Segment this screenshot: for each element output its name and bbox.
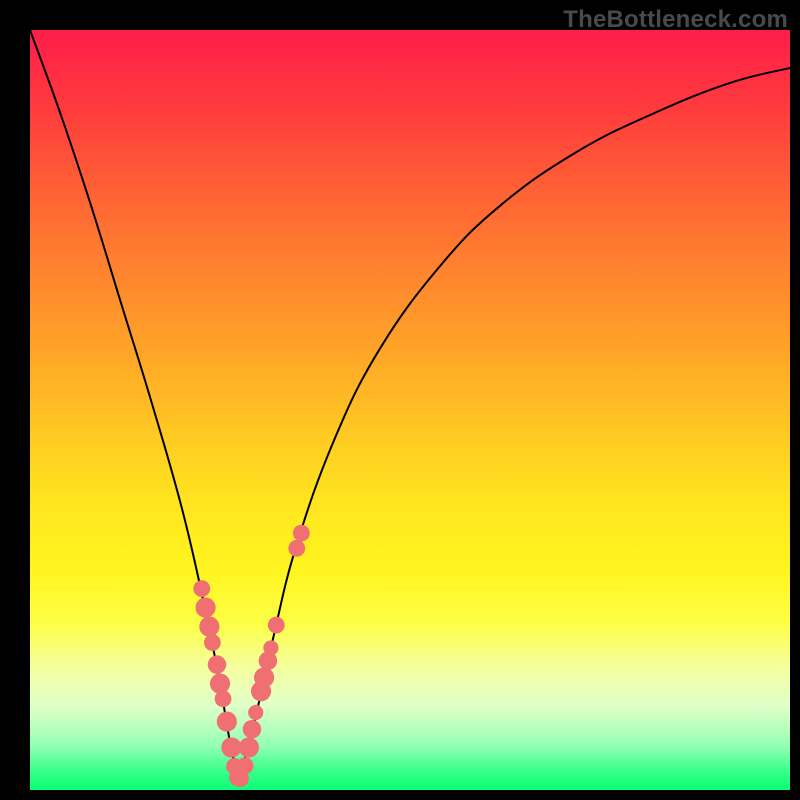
marker-group	[193, 525, 309, 787]
data-marker	[217, 712, 237, 732]
data-marker	[221, 737, 241, 757]
chart-frame: TheBottleneck.com	[0, 0, 800, 800]
data-marker	[263, 640, 278, 655]
data-marker	[288, 540, 305, 557]
data-marker	[254, 667, 274, 687]
data-marker	[268, 617, 285, 634]
data-marker	[204, 634, 221, 651]
data-marker	[237, 757, 254, 774]
data-marker	[199, 617, 219, 637]
data-marker	[248, 705, 263, 720]
data-marker	[210, 674, 230, 694]
data-marker	[243, 720, 261, 738]
data-marker	[208, 655, 226, 673]
data-marker	[239, 737, 259, 757]
plot-area	[30, 30, 790, 790]
bottleneck-curve-path	[30, 30, 790, 784]
data-marker	[193, 580, 210, 597]
chart-svg	[30, 30, 790, 790]
data-marker	[195, 598, 215, 618]
data-marker	[293, 525, 310, 542]
data-marker	[215, 690, 232, 707]
